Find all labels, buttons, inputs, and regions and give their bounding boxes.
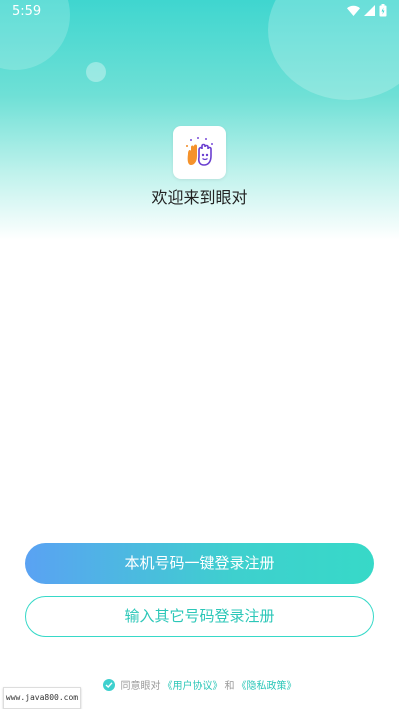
- status-time: 5:59: [12, 4, 42, 19]
- status-bar: 5:59: [0, 0, 399, 24]
- other-number-login-button[interactable]: 输入其它号码登录注册: [25, 596, 374, 637]
- app-logo: [173, 126, 226, 179]
- welcome-title: 欢迎来到眼对: [151, 188, 248, 207]
- battery-icon: [379, 4, 387, 17]
- wifi-icon: [347, 5, 360, 16]
- decor-circle: [86, 62, 106, 82]
- agreement-checkbox[interactable]: [102, 678, 115, 691]
- agreement-prefix: 同意眼对: [120, 681, 161, 692]
- site-watermark: www.java800.com: [3, 687, 81, 709]
- hand-logo-icon: [185, 136, 213, 166]
- status-icons: [347, 4, 387, 17]
- agreement-and: 和: [224, 681, 235, 692]
- privacy-policy-link[interactable]: 《隐私政策》: [237, 677, 297, 692]
- user-agreement-link[interactable]: 《用户协议》: [163, 677, 223, 692]
- one-click-login-button[interactable]: 本机号码一键登录注册: [25, 543, 374, 584]
- check-icon: [105, 681, 113, 688]
- signal-icon: [364, 5, 375, 16]
